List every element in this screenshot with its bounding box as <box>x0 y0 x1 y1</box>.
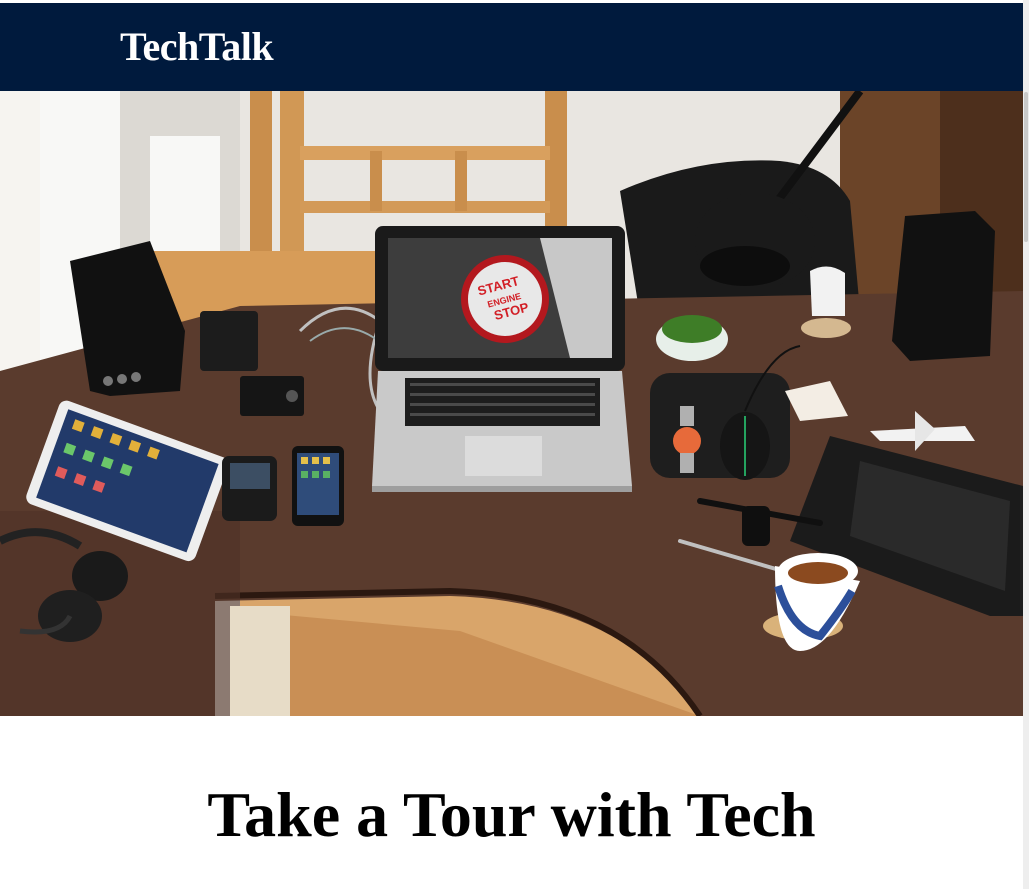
page-heading: Take a Tour with Tech <box>207 779 816 850</box>
brand-logo-link[interactable]: TechTalk <box>120 25 274 69</box>
desk-photo: START ENGINE STOP <box>0 91 1023 716</box>
navbar: TechTalk <box>0 3 1023 91</box>
scrollbar-thumb[interactable] <box>1024 92 1028 242</box>
hero-image: START ENGINE STOP <box>0 91 1023 716</box>
